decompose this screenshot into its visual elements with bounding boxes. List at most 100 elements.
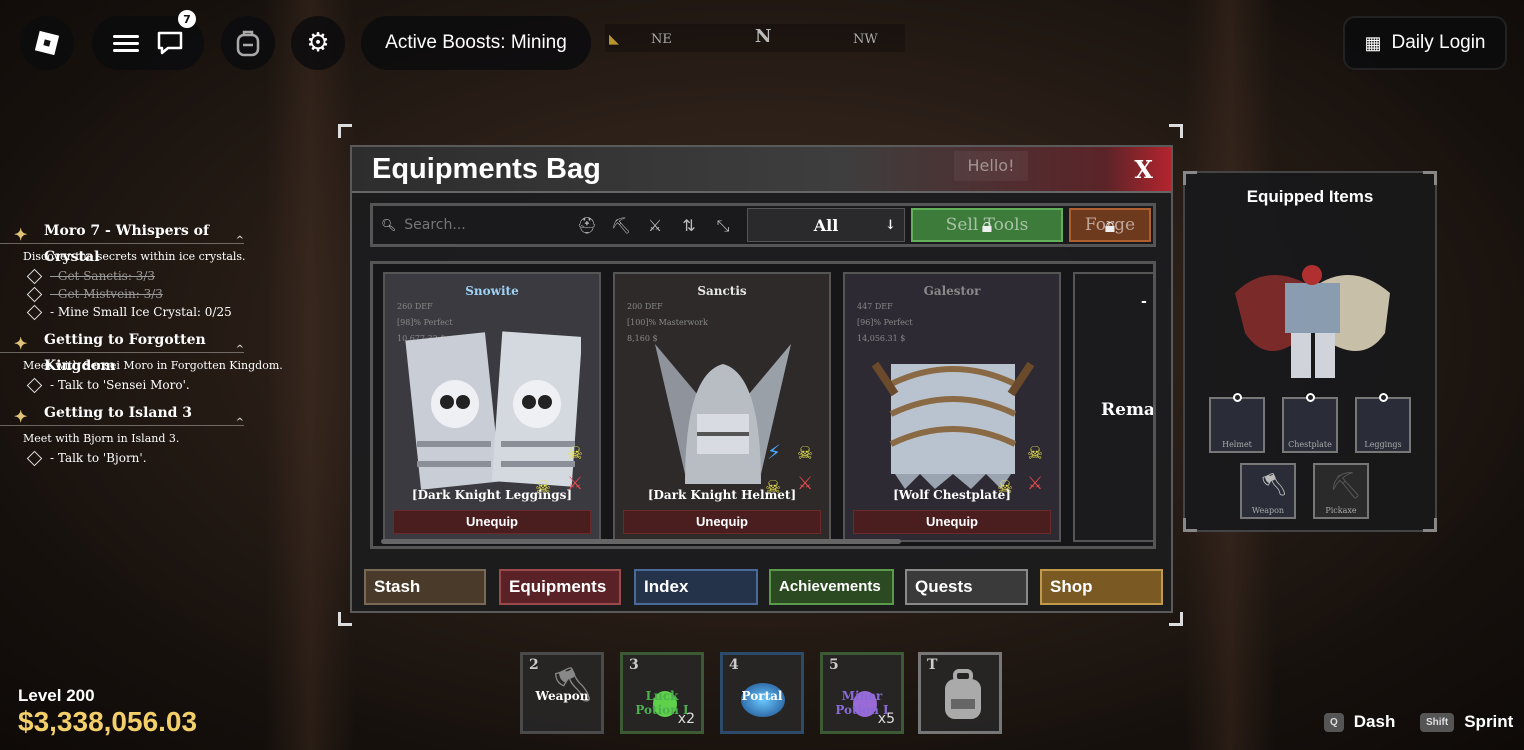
hotbar-count: x2	[677, 711, 695, 727]
chat-badge: 7	[178, 10, 196, 28]
collapse-caret-icon[interactable]: ^	[236, 410, 244, 436]
frame-corner	[338, 612, 352, 626]
sword-filter-icon[interactable]: ⚔	[643, 214, 667, 238]
slot-leggings[interactable]: Leggings	[1355, 393, 1411, 453]
slot-label: Chestplate	[1288, 440, 1332, 449]
roblox-logo-icon	[34, 30, 60, 56]
sprint-hint[interactable]: Shift Sprint	[1420, 712, 1513, 732]
hotbar-slot-weapon[interactable]: 2 🪓︎ Weapon	[520, 652, 604, 734]
hotbar-slot-luck-potion[interactable]: 3 Luck Potion I x2	[620, 652, 704, 734]
hotbar-slot-portal[interactable]: 4 Portal	[720, 652, 804, 734]
hello-overlay: Hello!	[954, 151, 1028, 181]
frame-corner	[1169, 612, 1183, 626]
lock-icon: 🔒︎	[1104, 213, 1116, 237]
item-card-partial[interactable]: - Remai	[1073, 272, 1156, 542]
quest-block[interactable]: ✦ Moro 7 - Whispers of Crystal ^ Discover …	[0, 218, 290, 321]
skull-icon: ☠	[797, 443, 814, 464]
slot-pickaxe[interactable]: ⛏ Pickaxe	[1313, 463, 1369, 519]
collapse-caret-icon[interactable]: ^	[236, 228, 244, 254]
item-name: [Dark Knight Leggings]	[411, 488, 573, 502]
dash-label: Dash	[1353, 712, 1396, 731]
tab-index[interactable]: Index	[634, 569, 758, 605]
slot-weapon[interactable]: 🪓︎ Weapon	[1240, 463, 1296, 519]
tab-quests[interactable]: Quests	[905, 569, 1028, 605]
quest-desc: Meet with Bjorn in Island 3.	[23, 432, 180, 445]
forge-button[interactable]: Forge 🔒︎	[1069, 208, 1151, 242]
backpack-button[interactable]	[221, 16, 275, 70]
tab-shop[interactable]: Shop	[1040, 569, 1163, 605]
pin-icon	[1233, 393, 1242, 402]
item-card-chestplate[interactable]: Galestor 447 DEF [96]% Perfect 14,056.31…	[843, 272, 1061, 542]
quest-star-icon: ✦	[14, 407, 28, 426]
item-card-leggings[interactable]: Snowite 260 DEF [98]% Perfect 10,677.32 …	[383, 272, 601, 542]
player-level: Level 200	[18, 686, 95, 705]
dash-hint[interactable]: Q Dash	[1324, 712, 1395, 732]
search-input[interactable]	[404, 217, 555, 233]
unequip-button[interactable]: Unequip	[393, 510, 591, 534]
sort-icon[interactable]: ⇅	[677, 214, 701, 238]
search-icon: 🔍︎	[381, 218, 397, 232]
filter-value: All	[813, 215, 839, 235]
slot-label: Weapon	[1251, 506, 1285, 515]
equipped-title: Equipped Items	[1246, 187, 1374, 206]
tab-stash[interactable]: Stash	[364, 569, 486, 605]
collapse-icon[interactable]: ⤡	[711, 214, 735, 238]
key-q: Q	[1324, 712, 1344, 732]
quest-title: Getting to Island 3	[44, 405, 193, 421]
unequip-button[interactable]: Unequip	[853, 510, 1051, 534]
quest-task: - Get Sanctis: 3/3	[50, 269, 156, 283]
compass-nw: NW	[853, 32, 878, 47]
partial-remaining-text: Remai	[1101, 400, 1156, 420]
pickaxe-filter-icon[interactable]: ⛏	[609, 214, 633, 238]
pin-icon	[1306, 393, 1315, 402]
close-button[interactable]: X	[1134, 155, 1153, 184]
task-diamond-icon	[26, 268, 43, 285]
item-card-helmet[interactable]: Sanctis 200 DEF [100]% Masterwork 8,160 …	[613, 272, 831, 542]
hotbar-slot-miner-potion[interactable]: 5 Miner Potion I x5	[820, 652, 904, 734]
daily-login-button[interactable]: ▦ Daily Login	[1343, 16, 1507, 70]
leggings-image	[405, 331, 581, 490]
slot-chestplate[interactable]: Chestplate	[1282, 393, 1338, 453]
quest-block[interactable]: ✦ Getting to Island 3 ^ Meet with Bjorn in…	[0, 400, 290, 467]
helmet-image	[655, 344, 791, 484]
partial-dash: -	[1141, 294, 1147, 310]
avatar-preview	[1235, 265, 1390, 378]
chat-icon[interactable]	[156, 30, 184, 56]
compass-marker-icon: ◣	[609, 32, 619, 47]
roblox-menu-button[interactable]	[20, 16, 74, 70]
axe-icon: 🪓︎	[1260, 473, 1288, 498]
item-def: 200 DEF	[627, 302, 663, 311]
hotbar-key: 4	[729, 657, 739, 673]
skull-icon: ☠	[1027, 443, 1044, 464]
item-name: [Dark Knight Helmet]	[647, 488, 797, 502]
backpack-icon	[945, 669, 981, 719]
tab-achievements[interactable]: Achievements	[769, 569, 894, 605]
collapse-caret-icon[interactable]: ^	[236, 337, 244, 363]
gear-icon: ⚙	[306, 28, 330, 58]
hamburger-icon[interactable]	[112, 31, 139, 56]
sell-tools-button[interactable]: Sell Tools 🔒︎	[911, 208, 1063, 242]
filter-dropdown[interactable]: All ↓	[747, 208, 905, 242]
quest-task: - Get Mistvein: 3/3	[50, 287, 163, 301]
horizontal-scrollbar[interactable]	[381, 539, 901, 544]
lock-icon: 🔒︎	[981, 213, 993, 237]
quest-block[interactable]: ✦ Getting to Forgotten Kingdom ^ Meet with…	[0, 327, 290, 394]
slot-label: Pickaxe	[1325, 506, 1357, 515]
tab-equipments[interactable]: Equipments	[499, 569, 621, 605]
hotbar-slot-backpack[interactable]: T	[918, 652, 1002, 734]
settings-button[interactable]: ⚙	[291, 16, 345, 70]
frame-corner	[338, 124, 352, 138]
slot-helmet[interactable]: Helmet	[1209, 393, 1265, 453]
unequip-button[interactable]: Unequip	[623, 510, 821, 534]
hotbar-key: 3	[629, 657, 639, 673]
hotbar-key: 5	[829, 657, 839, 673]
hotbar-key: 2	[529, 657, 539, 673]
task-diamond-icon	[26, 304, 43, 321]
skull-icon: ☠	[567, 443, 584, 464]
key-shift: Shift	[1420, 712, 1455, 732]
item-rarity: Sanctis	[697, 284, 747, 298]
active-boosts[interactable]: Active Boosts: Mining	[361, 16, 591, 70]
helmet-filter-icon[interactable]: ⛑	[575, 214, 599, 238]
compass: ◣ NE N NW	[605, 24, 905, 52]
frame-corner	[1183, 171, 1197, 185]
